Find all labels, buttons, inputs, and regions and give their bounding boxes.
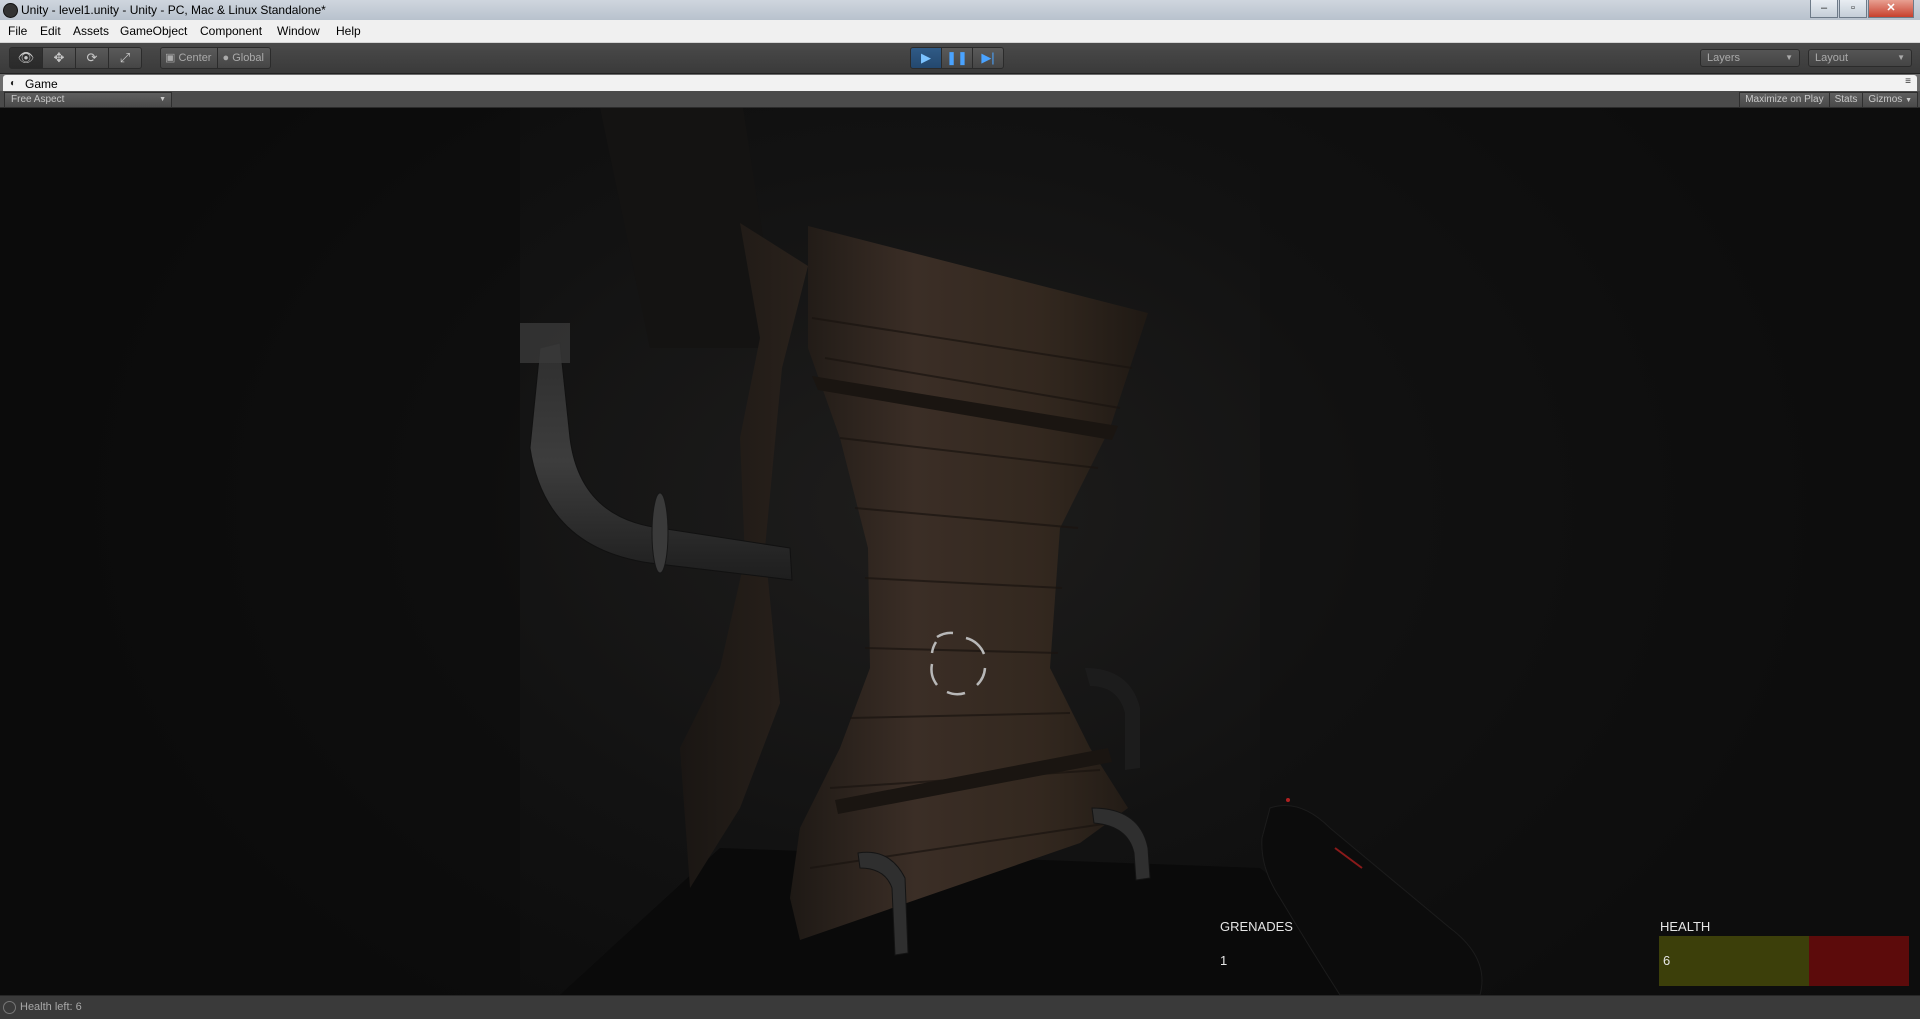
game-viewport[interactable]: GRENADES 1 HEALTH 6 [0,108,1920,995]
console-info-icon[interactable] [3,1001,16,1014]
status-bar: Health left: 6 [0,995,1920,1019]
grenades-count: 1 [1220,953,1228,968]
play-icon: ▶ [921,50,931,65]
panel-menu-icon[interactable]: ≡ [1905,76,1911,87]
minimize-button[interactable]: – [1810,0,1838,18]
menu-bar: File Edit Assets GameObject Component Wi… [0,20,1920,43]
unity-logo-icon [3,3,18,18]
pipe-top-cap [520,323,570,363]
grenades-label: GRENADES [1220,919,1293,934]
dropdown-arrow-icon: ▼ [1897,53,1905,62]
game-view-options: Maximize on Play Stats Gizmos ▼ [1739,92,1918,108]
health-bar: 6 [1659,936,1909,986]
pivot-icon: ▣ [165,52,179,64]
menu-gameobject[interactable]: GameObject [120,24,187,38]
pivot-global-toggle[interactable]: ● Global [218,47,271,69]
globe-icon: ● [222,52,233,64]
dropdown-arrow-icon: ▼ [1785,53,1793,62]
hand-tool-eye-icon[interactable]: 👁 [9,47,43,69]
layers-label: Layers [1707,52,1741,64]
aspect-label: Free Aspect [11,94,65,105]
gun-light [1286,798,1290,802]
aspect-dropdown[interactable]: Free Aspect ▼ [4,92,172,108]
menu-file[interactable]: File [8,24,27,38]
close-button[interactable]: ✕ [1868,0,1914,18]
layers-dropdown[interactable]: Layers ▼ [1700,49,1800,67]
maximize-on-play-toggle[interactable]: Maximize on Play [1739,92,1830,108]
pipe-ring [651,492,669,574]
layout-label: Layout [1815,52,1849,64]
game-scene [0,108,1920,995]
window-controls: – ▫ ✕ [1809,0,1914,18]
gizmos-label: Gizmos [1868,94,1903,105]
wall-column [600,108,780,348]
dropdown-arrow-icon: ▼ [1905,97,1912,104]
tab-game-label: Game [25,77,58,91]
play-button[interactable]: ▶ [910,47,942,69]
stats-toggle[interactable]: Stats [1829,92,1864,108]
game-view-icon: ◐ [10,78,17,89]
play-controls: ▶ ❚❚ ▶| [910,47,1004,69]
room-wall-left [0,108,520,995]
status-message[interactable]: Health left: 6 [20,1001,82,1013]
step-icon: ▶| [981,50,995,65]
window-title-bar: Unity - level1.unity - Unity - PC, Mac &… [0,0,1920,21]
menu-assets[interactable]: Assets [73,24,109,38]
layout-dropdown[interactable]: Layout ▼ [1808,49,1912,67]
move-tool-icon[interactable]: ✥ [43,47,76,69]
pivot-center-label: Center [178,52,212,64]
maximize-button[interactable]: ▫ [1839,0,1867,18]
pivot-toggles: ▣ Center ● Global [160,47,271,69]
pivot-center-toggle[interactable]: ▣ Center [160,47,219,69]
scale-tool-icon[interactable]: ⤢ [109,47,142,69]
pause-icon: ❚❚ [946,50,968,65]
tab-strip: ◐ Game ≡ [0,74,1920,91]
menu-help[interactable]: Help [336,24,361,38]
health-value: 6 [1663,953,1671,968]
pivot-global-label: Global [232,52,264,64]
main-toolbar: 👁 ✥ ⟳ ⤢ ▣ Center ● Global ▶ ❚❚ ▶| Layers… [0,43,1920,74]
pause-button[interactable]: ❚❚ [942,47,973,69]
transform-tools: 👁 ✥ ⟳ ⤢ [9,47,142,69]
dropdown-arrow-icon: ▼ [159,96,166,103]
step-button[interactable]: ▶| [973,47,1004,69]
game-view-toolbar: Free Aspect ▼ Maximize on Play Stats Giz… [0,91,1920,108]
health-label: HEALTH [1660,919,1711,934]
gizmos-toggle[interactable]: Gizmos ▼ [1863,92,1918,108]
health-bar-fill [1659,936,1809,986]
tab-game[interactable]: ◐ Game ≡ [3,75,1917,91]
window-title: Unity - level1.unity - Unity - PC, Mac &… [21,3,326,17]
rotate-tool-icon[interactable]: ⟳ [76,47,109,69]
menu-edit[interactable]: Edit [40,24,61,38]
menu-component[interactable]: Component [200,24,262,38]
menu-window[interactable]: Window [277,24,320,38]
